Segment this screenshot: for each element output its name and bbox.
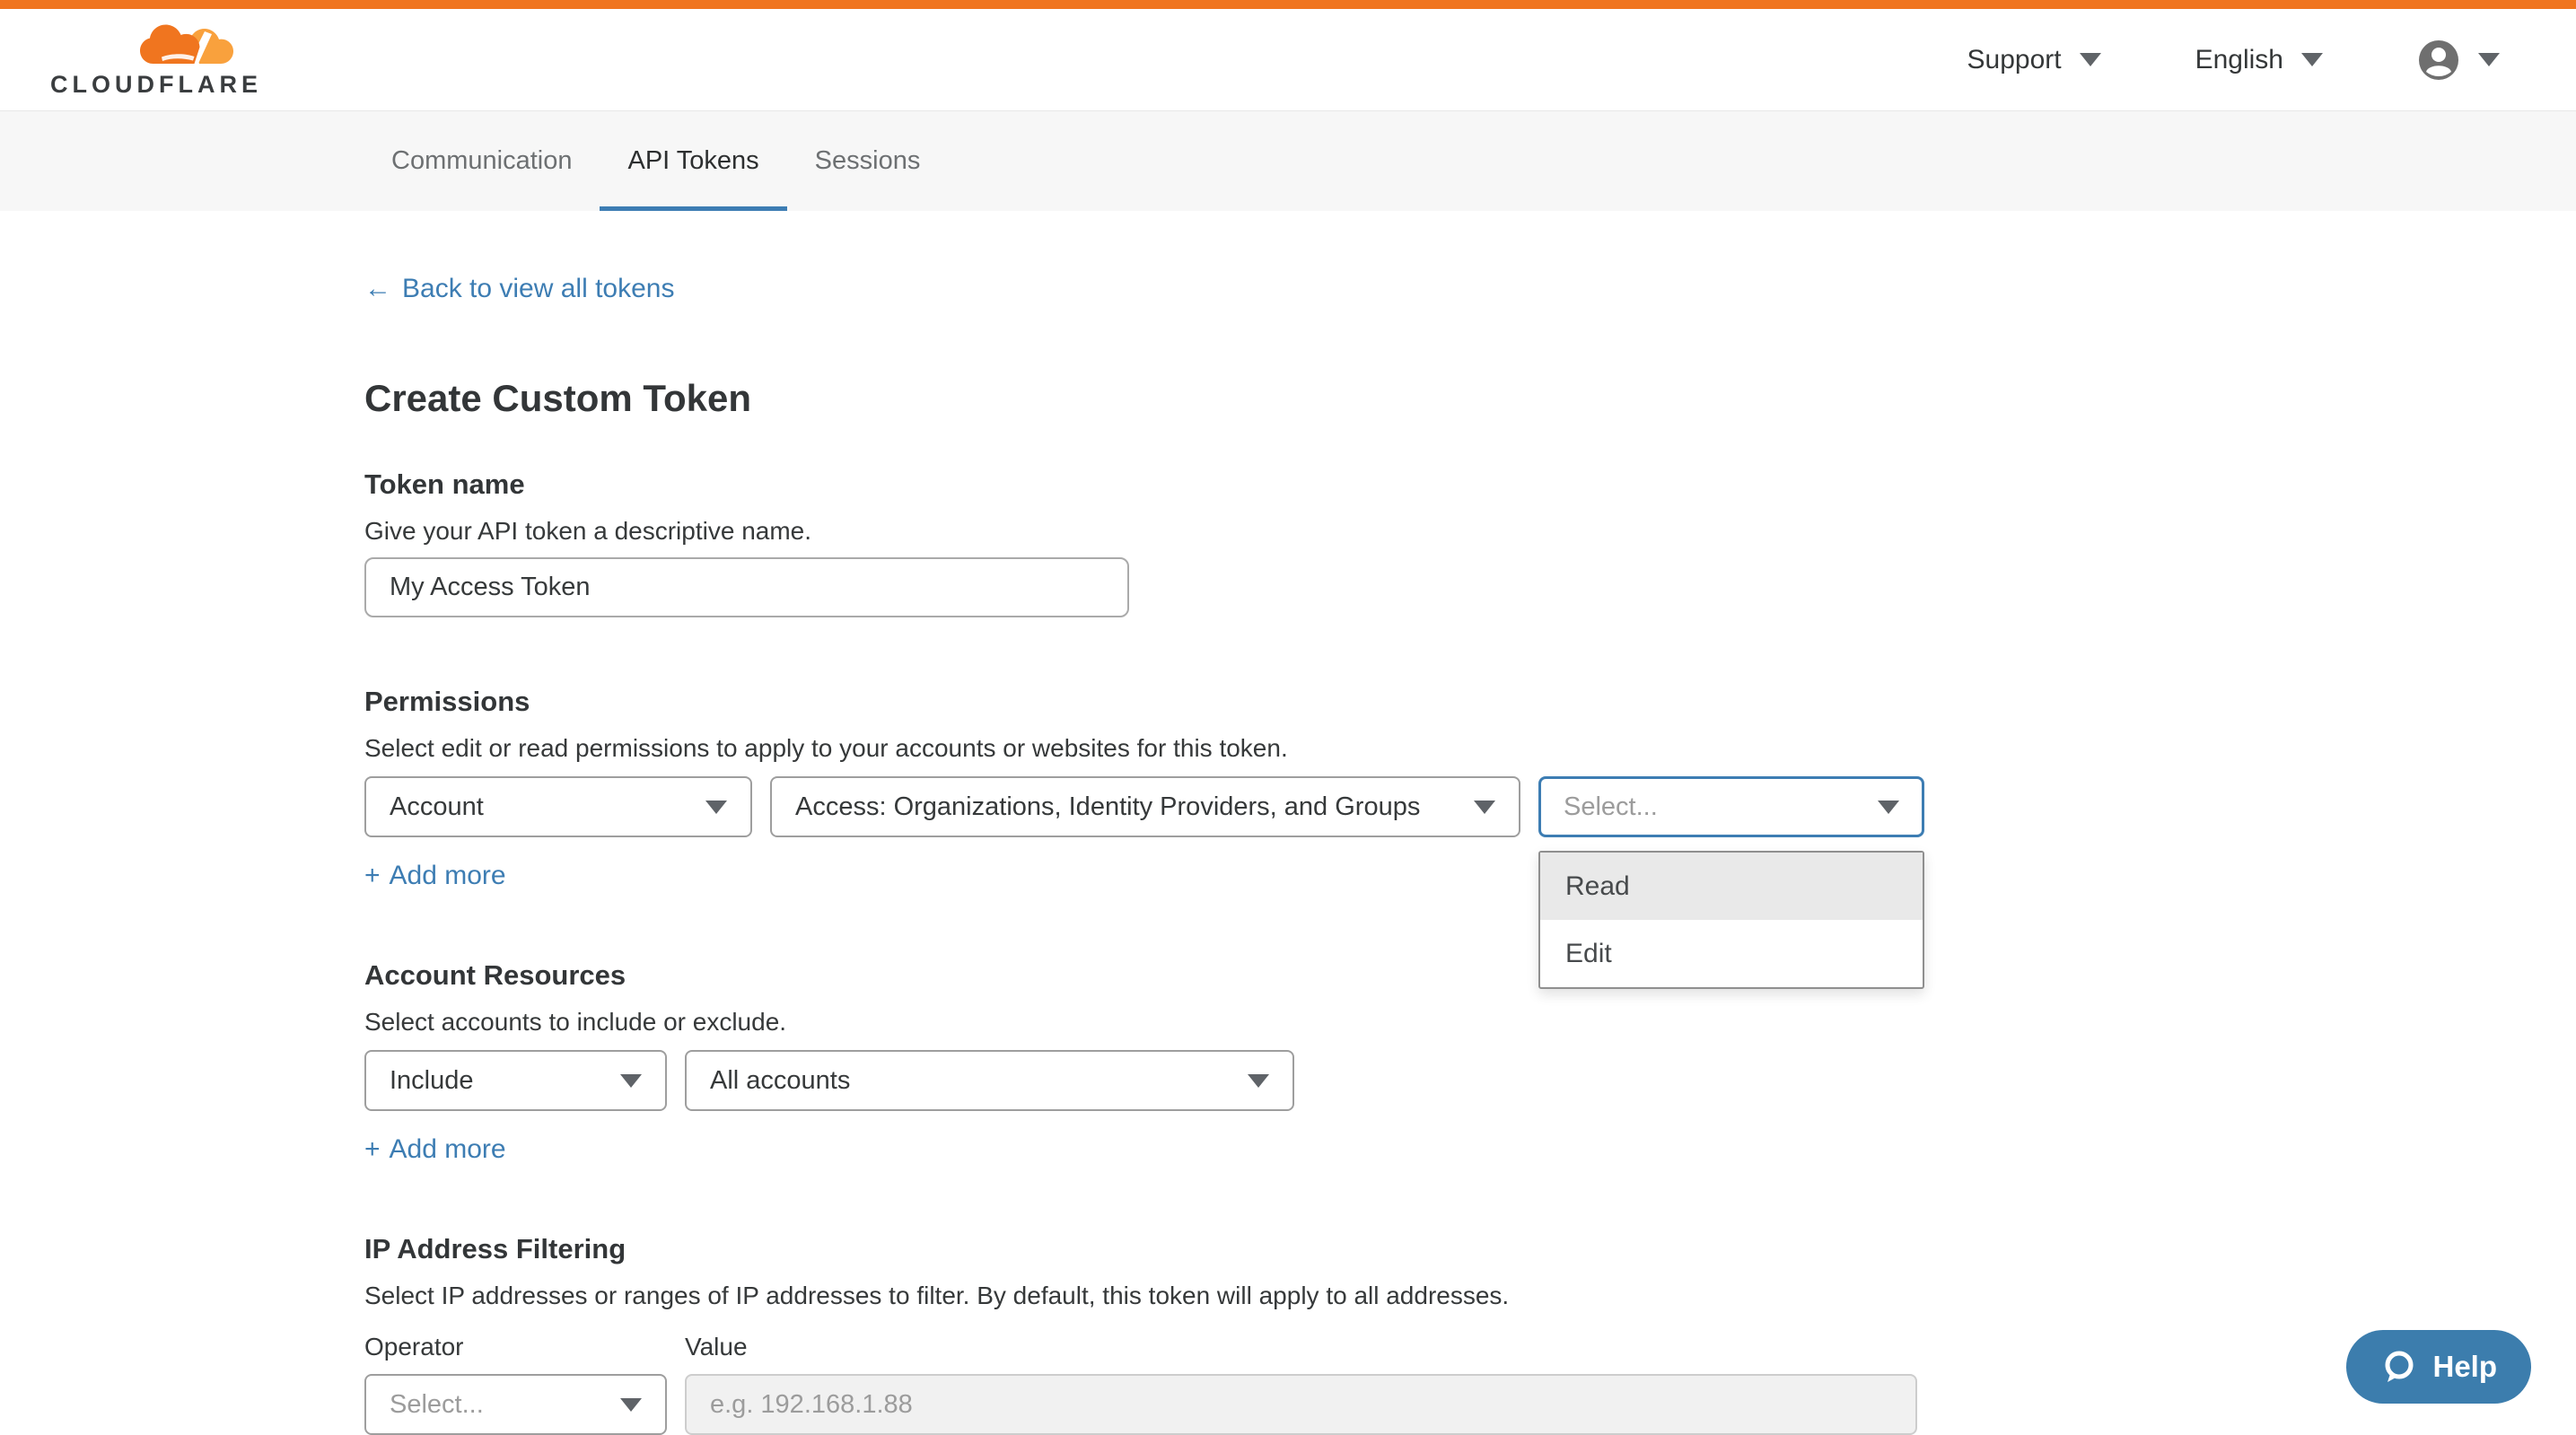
- chevron-down-icon: [620, 1398, 642, 1412]
- chevron-down-icon: [2080, 53, 2101, 66]
- main-content: ← Back to view all tokens Create Custom …: [0, 211, 2576, 1435]
- ip-filtering-row: Select...: [364, 1374, 2468, 1435]
- top-accent-bar: [0, 0, 2576, 9]
- chevron-down-icon: [705, 801, 727, 814]
- account-mode-select[interactable]: Include: [364, 1050, 667, 1111]
- account-scope-value: All accounts: [710, 1066, 850, 1096]
- chevron-down-icon: [2478, 53, 2500, 66]
- permissions-row: Account Access: Organizations, Identity …: [364, 776, 2468, 837]
- header: CLOUDFLARE Support English: [0, 9, 2576, 110]
- option-read-label: Read: [1565, 871, 1630, 902]
- chevron-down-icon: [1248, 1074, 1269, 1088]
- tab-api-tokens-label: API Tokens: [627, 146, 758, 176]
- permissions-add-more-link[interactable]: + Add more: [364, 861, 506, 891]
- ip-filtering-labels: Operator Value: [364, 1333, 2468, 1361]
- plus-icon: +: [364, 861, 381, 891]
- tab-sessions[interactable]: Sessions: [787, 111, 949, 211]
- option-edit-label: Edit: [1565, 939, 1612, 969]
- account-resources-row: Include All accounts: [364, 1050, 2468, 1111]
- option-edit[interactable]: Edit: [1540, 920, 1923, 987]
- header-menu: Support English: [1967, 39, 2500, 82]
- back-to-tokens-link[interactable]: ← Back to view all tokens: [364, 274, 674, 304]
- account-resources-add-more-link[interactable]: + Add more: [364, 1134, 506, 1165]
- chat-bubble-icon: [2380, 1349, 2416, 1385]
- tab-communication-label: Communication: [391, 146, 572, 176]
- help-button[interactable]: Help: [2346, 1330, 2531, 1404]
- chevron-down-icon: [620, 1074, 642, 1088]
- cloudflare-logo[interactable]: CLOUDFLARE: [50, 21, 262, 99]
- tab-sessions-label: Sessions: [815, 146, 921, 176]
- cloudflare-cloud-icon: [140, 21, 234, 67]
- chevron-down-icon: [1474, 801, 1495, 814]
- user-avatar-icon: [2417, 39, 2460, 82]
- chevron-down-icon: [2301, 53, 2323, 66]
- plus-icon: +: [364, 1134, 381, 1165]
- permissions-description: Select edit or read permissions to apply…: [364, 733, 2468, 764]
- token-name-heading: Token name: [364, 468, 2468, 502]
- language-menu-label: English: [2195, 45, 2283, 75]
- permission-level-select-wrap: Select... Read Edit: [1538, 776, 1924, 837]
- token-name-description: Give your API token a descriptive name.: [364, 516, 2468, 547]
- cloudflare-wordmark: CLOUDFLARE: [50, 71, 262, 99]
- help-button-label: Help: [2432, 1350, 2497, 1384]
- back-arrow-icon: ←: [364, 274, 391, 304]
- token-name-input[interactable]: [364, 557, 1129, 617]
- account-resources-heading: Account Resources: [364, 958, 2468, 993]
- permission-level-select[interactable]: Select...: [1538, 776, 1924, 837]
- ip-operator-select[interactable]: Select...: [364, 1374, 667, 1435]
- account-scope-select[interactable]: All accounts: [685, 1050, 1294, 1111]
- permission-resource-select[interactable]: Access: Organizations, Identity Provider…: [770, 776, 1520, 837]
- page-title: Create Custom Token: [364, 376, 2468, 421]
- account-resources-description: Select accounts to include or exclude.: [364, 1007, 2468, 1037]
- support-menu[interactable]: Support: [1967, 45, 2101, 75]
- account-menu[interactable]: [2417, 39, 2500, 82]
- permissions-heading: Permissions: [364, 685, 2468, 719]
- chevron-down-icon: [1878, 801, 1899, 814]
- language-menu[interactable]: English: [2195, 45, 2323, 75]
- value-label: Value: [685, 1333, 748, 1361]
- tab-api-tokens[interactable]: API Tokens: [600, 111, 786, 211]
- permission-level-menu: Read Edit: [1538, 851, 1924, 989]
- back-link-label: Back to view all tokens: [402, 274, 674, 304]
- account-resources-add-more-label: Add more: [390, 1134, 506, 1165]
- ip-value-input[interactable]: [685, 1374, 1917, 1435]
- tab-communication[interactable]: Communication: [364, 111, 600, 211]
- ip-operator-placeholder: Select...: [390, 1390, 484, 1420]
- profile-tabbar: Communication API Tokens Sessions: [0, 110, 2576, 211]
- permission-scope-select[interactable]: Account: [364, 776, 752, 837]
- operator-label: Operator: [364, 1333, 685, 1361]
- account-mode-value: Include: [390, 1066, 474, 1096]
- permission-scope-value: Account: [390, 792, 484, 822]
- permission-resource-value: Access: Organizations, Identity Provider…: [795, 792, 1420, 822]
- ip-filtering-heading: IP Address Filtering: [364, 1232, 2468, 1266]
- ip-filtering-description: Select IP addresses or ranges of IP addr…: [364, 1281, 2468, 1311]
- permissions-add-more-label: Add more: [390, 861, 506, 891]
- permission-level-placeholder: Select...: [1564, 792, 1658, 822]
- support-menu-label: Support: [1967, 45, 2062, 75]
- option-read[interactable]: Read: [1540, 853, 1923, 920]
